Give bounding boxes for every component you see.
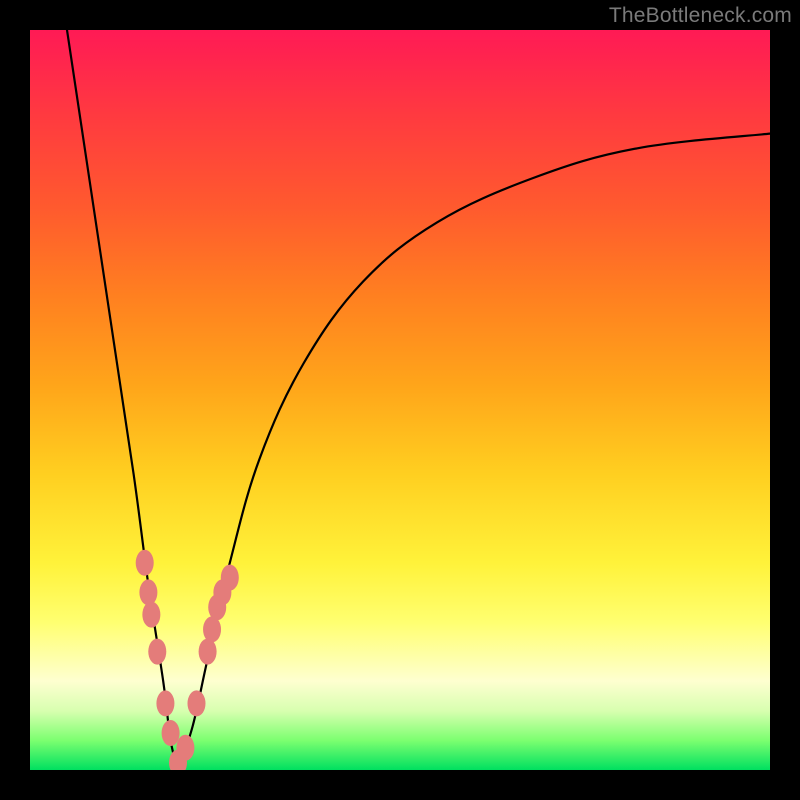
data-point-marker (148, 639, 166, 665)
curve-group (67, 30, 770, 770)
plot-area (30, 30, 770, 770)
data-point-marker (162, 720, 180, 746)
data-point-marker (156, 690, 174, 716)
bottleneck-curve-svg (30, 30, 770, 770)
data-point-marker (188, 690, 206, 716)
data-point-marker (176, 735, 194, 761)
data-point-marker (136, 550, 154, 576)
data-point-marker (199, 639, 217, 665)
curve-right-branch (178, 134, 770, 770)
data-point-marker (139, 579, 157, 605)
watermark-text: TheBottleneck.com (609, 4, 792, 28)
data-point-marker (221, 565, 239, 591)
data-point-marker (203, 616, 221, 642)
data-point-marker (142, 602, 160, 628)
data-point-markers (136, 550, 239, 770)
chart-frame: TheBottleneck.com (0, 0, 800, 800)
